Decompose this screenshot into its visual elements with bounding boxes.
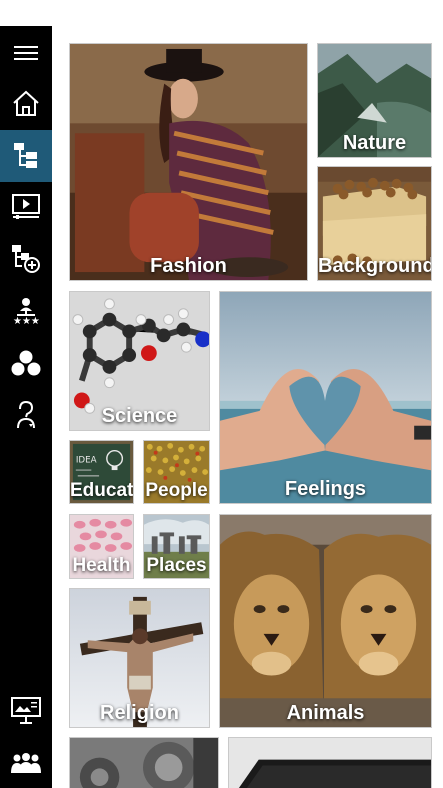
svg-text:★★★: ★★★ bbox=[13, 316, 40, 325]
svg-text:IDEA: IDEA bbox=[76, 455, 97, 465]
hierarchy-icon bbox=[14, 143, 37, 168]
menu-button[interactable] bbox=[0, 28, 52, 78]
three-circles-icon bbox=[11, 350, 41, 376]
tile-label-education: Education bbox=[70, 480, 134, 501]
tile-label-religion: Religion bbox=[100, 702, 179, 724]
category-tile-fashion[interactable]: Fashion bbox=[69, 43, 308, 281]
tile-label-nature: Nature bbox=[342, 132, 407, 154]
feelings-image bbox=[220, 292, 431, 503]
tile-label-places: Places bbox=[146, 555, 207, 576]
group-button[interactable] bbox=[0, 738, 52, 788]
ranking-button[interactable]: ★★★ bbox=[0, 286, 52, 336]
tile-label-animals: Animals bbox=[286, 702, 365, 724]
slideshow-button[interactable] bbox=[0, 182, 52, 232]
tile-label-fashion: Fashion bbox=[150, 255, 227, 277]
help-user-icon bbox=[17, 400, 35, 429]
presentation-button[interactable] bbox=[0, 686, 52, 736]
menu-icon bbox=[14, 46, 38, 60]
category-tile-technology[interactable] bbox=[228, 737, 432, 788]
add-category-icon bbox=[12, 245, 40, 273]
category-tile-backgrounds[interactable]: Backgrounds bbox=[317, 166, 432, 281]
home-icon bbox=[13, 90, 39, 116]
tile-label-feelings: Feelings bbox=[284, 478, 367, 500]
fashion-image bbox=[70, 44, 307, 280]
group-icon bbox=[11, 753, 41, 773]
category-tile-places[interactable]: Places bbox=[143, 514, 210, 579]
category-tile-health[interactable]: Health bbox=[69, 514, 134, 579]
machinery-image bbox=[70, 738, 218, 788]
category-tile-feelings[interactable]: Feelings bbox=[219, 291, 432, 504]
help-button[interactable] bbox=[0, 390, 52, 440]
animals-image bbox=[220, 515, 431, 727]
sidebar: ★★★ bbox=[0, 26, 52, 788]
tile-label-backgrounds: Backgrounds bbox=[318, 255, 431, 277]
technology-image bbox=[229, 738, 431, 788]
presentation-board-icon bbox=[11, 697, 41, 724]
tile-label-science: Science bbox=[101, 405, 178, 427]
tile-label-health: Health bbox=[72, 555, 131, 576]
category-tile-science[interactable]: Science bbox=[69, 291, 210, 431]
home-button[interactable] bbox=[0, 78, 52, 128]
category-tile-animals[interactable]: Animals bbox=[219, 514, 432, 728]
ranking-icon: ★★★ bbox=[13, 298, 40, 325]
category-tile-nature[interactable]: Nature bbox=[317, 43, 432, 158]
tile-label-people: People bbox=[145, 480, 208, 501]
slideshow-icon bbox=[12, 194, 40, 219]
category-tile-machinery[interactable] bbox=[69, 737, 219, 788]
category-tile-religion[interactable]: Religion bbox=[69, 588, 210, 728]
add-category-button[interactable] bbox=[0, 234, 52, 284]
categories-tree-button[interactable] bbox=[0, 130, 52, 182]
category-tile-education[interactable]: IDEA Education bbox=[69, 440, 134, 504]
category-tile-people[interactable]: People bbox=[143, 440, 210, 504]
circles-button[interactable] bbox=[0, 338, 52, 388]
